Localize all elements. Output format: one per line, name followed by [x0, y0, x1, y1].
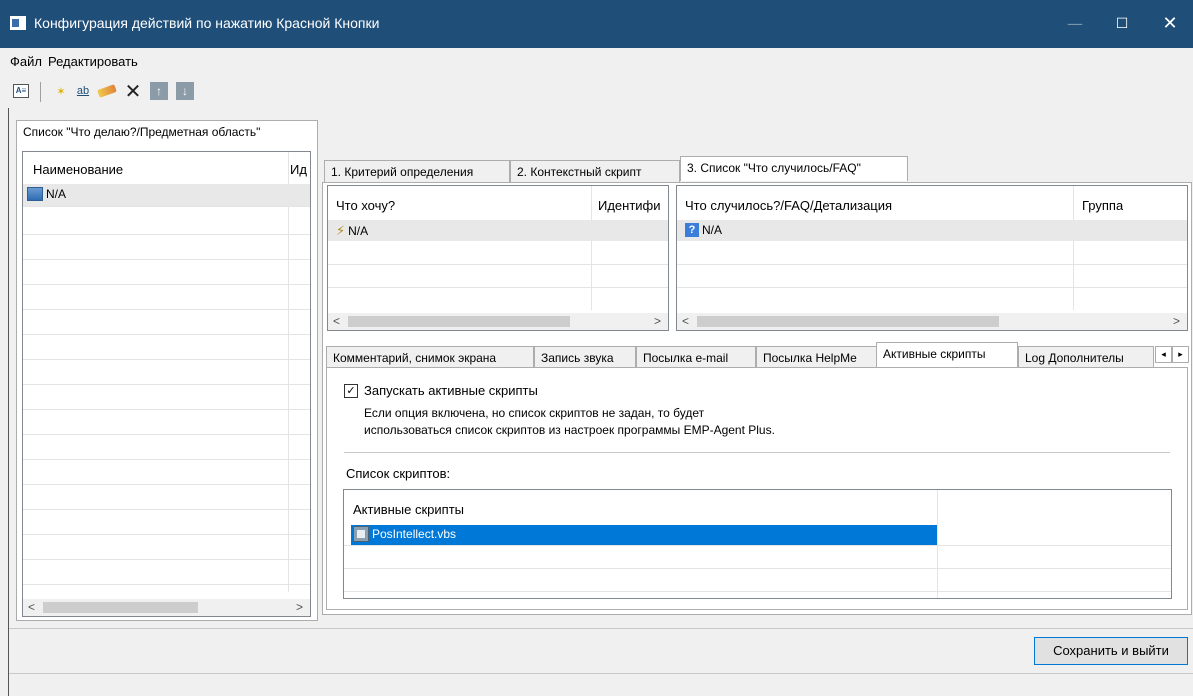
- note-line-1: Если опция включена, но список скриптов …: [364, 406, 705, 420]
- maximize-button[interactable]: ☐: [1099, 8, 1145, 40]
- scroll-left-arrow[interactable]: <: [23, 599, 40, 616]
- tab-send-email[interactable]: Посылка e-mail: [636, 346, 756, 368]
- column-header-want[interactable]: Что хочу?: [336, 198, 395, 213]
- window-title: Конфигурация действий по нажатию Красной…: [34, 15, 380, 31]
- column-header-faq[interactable]: Что случилось?/FAQ/Детализация: [685, 198, 892, 213]
- horizontal-scrollbar[interactable]: < >: [328, 313, 668, 330]
- separator: [8, 628, 1193, 629]
- scroll-left-arrow[interactable]: <: [328, 313, 345, 330]
- row-name: N/A: [46, 187, 67, 201]
- toolbar: A≡ ✶ ab ✕ ↑ ↓: [0, 74, 1193, 108]
- scroll-thumb[interactable]: [348, 316, 570, 327]
- toolbar-separator: [40, 82, 41, 102]
- lightning-icon: ⚡: [336, 223, 346, 238]
- tab-context-script[interactable]: 2. Контекстный скрипт: [510, 160, 680, 182]
- table-row[interactable]: PosIntellect.vbs: [353, 526, 456, 542]
- tab-scroll-buttons: ◂ ▸: [1155, 346, 1189, 363]
- column-header-identifier[interactable]: Идентифи: [598, 198, 668, 213]
- row-name: N/A: [702, 223, 723, 237]
- scroll-thumb[interactable]: [697, 316, 999, 327]
- script-icon: [353, 526, 369, 542]
- close-button[interactable]: ✕: [1147, 8, 1193, 40]
- column-header-name[interactable]: Наименование: [33, 162, 123, 177]
- run-scripts-label: Запускать активные скрипты: [364, 383, 538, 398]
- note-line-2: использоваться список скриптов из настро…: [364, 423, 775, 437]
- app-icon: [10, 16, 26, 30]
- tab-scroll-right[interactable]: ▸: [1172, 346, 1189, 363]
- horizontal-scrollbar[interactable]: < >: [677, 313, 1187, 330]
- scroll-thumb[interactable]: [43, 602, 198, 613]
- table-row[interactable]: ⚡ N/A: [336, 223, 368, 239]
- edit-icon[interactable]: [97, 82, 117, 100]
- divider: [344, 452, 1170, 453]
- rename-icon[interactable]: ab: [74, 82, 92, 100]
- column-divider: [288, 152, 289, 592]
- status-bar: [8, 673, 1193, 696]
- tab-scroll-left[interactable]: ◂: [1155, 346, 1172, 363]
- tab-faq-list[interactable]: 3. Список "Что случилось/FAQ": [680, 156, 908, 181]
- new-icon[interactable]: ✶: [52, 82, 70, 100]
- table-row[interactable]: N/A: [27, 187, 66, 201]
- question-icon: ?: [685, 223, 699, 237]
- tab-comment-screenshot[interactable]: Комментарий, снимок экрана: [326, 346, 534, 368]
- column-header-active-scripts[interactable]: Активные скрипты: [353, 502, 464, 517]
- column-header-id[interactable]: Ид: [290, 162, 310, 177]
- delete-icon[interactable]: ✕: [124, 81, 142, 103]
- move-up-icon[interactable]: ↑: [150, 82, 168, 100]
- move-down-icon[interactable]: ↓: [176, 82, 194, 100]
- window-left-border: [8, 108, 9, 696]
- activity-grid[interactable]: Наименование Ид N/A < >: [22, 151, 311, 617]
- row-name: N/A: [348, 224, 369, 238]
- scroll-right-arrow[interactable]: >: [1168, 313, 1185, 330]
- column-header-group[interactable]: Группа: [1082, 198, 1123, 213]
- tab-criterion[interactable]: 1. Критерий определения: [324, 160, 510, 182]
- table-row[interactable]: ? N/A: [685, 223, 722, 237]
- horizontal-scrollbar[interactable]: < >: [23, 599, 310, 616]
- faq-grid[interactable]: Что случилось?/FAQ/Детализация Группа ? …: [676, 185, 1188, 331]
- scripts-grid[interactable]: Активные скрипты PosIntellect.vbs: [343, 489, 1172, 599]
- title-bar: Конфигурация действий по нажатию Красной…: [0, 0, 1193, 48]
- scroll-left-arrow[interactable]: <: [677, 313, 694, 330]
- tab-active-scripts[interactable]: Активные скрипты: [876, 342, 1018, 367]
- tab-sound-recording[interactable]: Запись звука: [534, 346, 636, 368]
- menu-file[interactable]: Файл: [10, 54, 42, 69]
- scripts-list-label: Список скриптов:: [346, 466, 451, 481]
- table-row-selected[interactable]: [677, 220, 1187, 241]
- database-icon: [27, 187, 43, 201]
- tab-activity-list[interactable]: Список "Что делаю?/Предметная область": [16, 120, 318, 145]
- minimize-button[interactable]: —: [1052, 8, 1098, 40]
- table-row-selected[interactable]: [328, 220, 668, 241]
- menu-bar: Файл Редактировать: [0, 48, 1193, 74]
- scroll-right-arrow[interactable]: >: [649, 313, 666, 330]
- properties-icon[interactable]: A≡: [12, 82, 30, 100]
- want-grid[interactable]: Что хочу? Идентифи ⚡ N/A < >: [327, 185, 669, 331]
- tab-log-additional[interactable]: Log Дополнителы: [1018, 346, 1154, 368]
- tab-send-helpme[interactable]: Посылка HelpMe: [756, 346, 878, 368]
- script-name: PosIntellect.vbs: [372, 527, 457, 541]
- table-row-selected[interactable]: [23, 184, 310, 206]
- save-and-exit-button[interactable]: Сохранить и выйти: [1034, 637, 1188, 665]
- menu-edit[interactable]: Редактировать: [48, 54, 138, 69]
- scroll-right-arrow[interactable]: >: [291, 599, 308, 616]
- run-scripts-checkbox[interactable]: ✓: [344, 384, 358, 398]
